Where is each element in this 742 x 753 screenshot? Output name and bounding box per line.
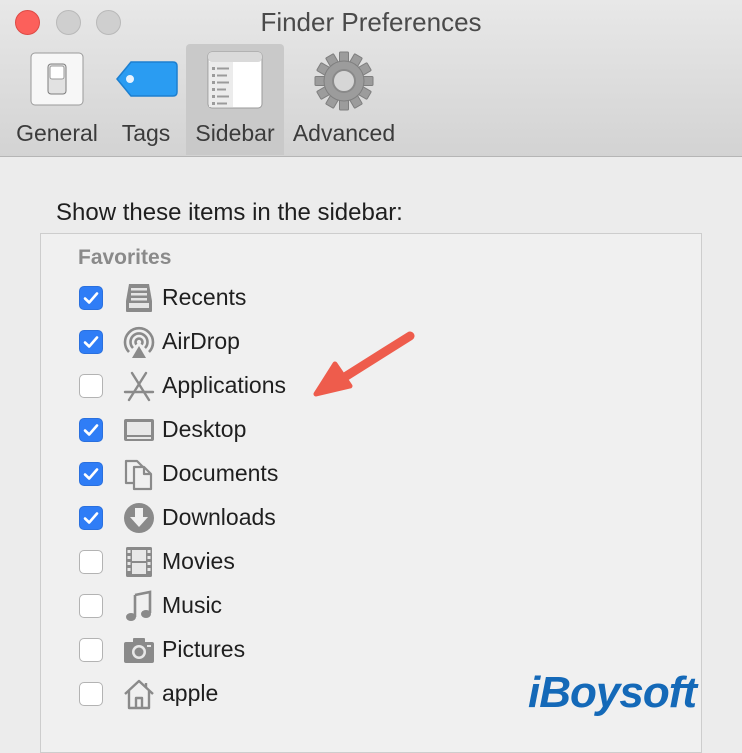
watermark-logo: iBoysoft	[528, 668, 697, 717]
annotation-arrow	[313, 331, 415, 397]
